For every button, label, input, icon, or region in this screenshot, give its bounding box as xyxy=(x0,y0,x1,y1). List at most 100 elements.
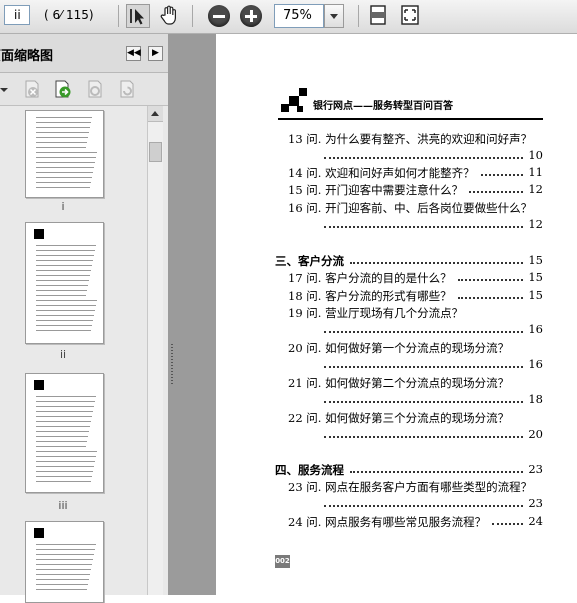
thumbnail-text-line xyxy=(36,177,92,178)
thumbnail-text-line xyxy=(36,549,95,550)
thumbnail-text-line xyxy=(36,584,88,585)
splitter-grip[interactable] xyxy=(171,344,173,384)
toc-page-number: 15 xyxy=(528,288,543,302)
thumbnail-text-line xyxy=(36,162,95,163)
toc-question[interactable]: 16 问. 开门迎客前、中、后各岗位要做些什么？ xyxy=(288,200,532,216)
panel-splitter[interactable] xyxy=(168,34,216,595)
thumbnail-text-line xyxy=(36,559,93,560)
select-tool-button[interactable] xyxy=(126,4,150,28)
toc-question[interactable]: 22 问. 如何做好第三个分流点的现场分流？ xyxy=(288,410,509,426)
toc-page-number: 10 xyxy=(528,148,543,162)
document-page: 银行网点——服务转型百问百答 13 问. 为什么要有整齐、洪亮的欢迎和问好声？ 1… xyxy=(216,34,577,595)
toc-page-number: 16 xyxy=(528,322,543,336)
insert-page-button[interactable] xyxy=(53,79,73,99)
zoom-level-field[interactable]: 75% xyxy=(274,4,324,28)
thumbnail-text-line xyxy=(36,476,92,477)
thumbnail-text-line xyxy=(36,411,93,412)
toc-question[interactable]: 13 问. 为什么要有整齐、洪亮的欢迎和问好声？ xyxy=(288,131,532,147)
fit-width-button[interactable] xyxy=(367,4,391,28)
page-thumbnail[interactable] xyxy=(25,222,104,344)
thumbnail-text-line xyxy=(36,315,94,316)
toc-question[interactable]: 19 问. 营业厅现场有几个分流点？ xyxy=(288,305,463,321)
toc-page-number: 12 xyxy=(528,182,543,196)
page-thumbnail[interactable] xyxy=(25,521,104,603)
scroll-up-button[interactable] xyxy=(148,106,163,122)
thumbnail-text-line xyxy=(36,182,91,183)
cursor-icon xyxy=(130,9,144,25)
scroll-thumb[interactable] xyxy=(149,142,162,162)
panel-header: 页面缩略图 ◀◀ ▶ xyxy=(0,34,168,73)
toc-page-number: 20 xyxy=(528,427,543,441)
thumbnail-text-line xyxy=(36,280,89,281)
toc-leader-dots xyxy=(492,523,523,525)
thumbnail-text-line xyxy=(36,401,95,402)
toc-question[interactable]: 17 问. 客户分流的目的是什么？ xyxy=(288,270,452,286)
running-header: 银行网点——服务转型百问百答 xyxy=(313,101,453,112)
toc-question[interactable]: 20 问. 如何做好第一个分流点的现场分流？ xyxy=(288,340,509,356)
toc-question[interactable]: 24 问. 网点服务有哪些常见服务流程？ xyxy=(288,514,486,530)
thumbnail-text-line xyxy=(36,117,92,118)
thumbnail-text-line xyxy=(36,245,96,246)
toc-question[interactable]: 18 问. 客户分流的形式有哪些？ xyxy=(288,288,452,304)
toc-leader-dots xyxy=(324,331,523,333)
collapse-panel-button[interactable]: ◀◀ xyxy=(126,46,141,61)
delete-page-button[interactable] xyxy=(22,79,42,99)
rotate-page-button[interactable] xyxy=(117,79,137,99)
thumbnail-scrollbar[interactable] xyxy=(147,106,163,595)
thumbnail-text-line xyxy=(36,255,94,256)
thumbnails-panel: 页面缩略图 ◀◀ ▶ i ii xyxy=(0,34,168,603)
thumbnail-text-line xyxy=(36,127,90,128)
thumbnail-text-line xyxy=(36,426,90,427)
toc-leader-dots xyxy=(324,157,523,159)
thumbnail-text-line xyxy=(36,461,95,462)
thumbnail-logo xyxy=(34,380,44,390)
toc-question[interactable]: 23 问. 网点在服务客户方面有哪些类型的流程？ xyxy=(288,479,532,495)
zoom-dropdown-button[interactable] xyxy=(324,4,344,28)
zoom-in-button[interactable] xyxy=(240,5,262,27)
toc-question[interactable]: 14 问. 欢迎和问好声如何才能整齐？ xyxy=(288,165,475,181)
page-number-input[interactable]: ii xyxy=(4,5,30,25)
toc-leader-dots xyxy=(469,191,523,193)
thumbnail-text-line xyxy=(36,157,96,158)
thumbnail-text-line xyxy=(36,260,93,261)
thumbnail-text-line xyxy=(36,589,87,590)
page-thumbnail[interactable] xyxy=(25,110,104,198)
toc-section-title[interactable]: 四、服务流程 xyxy=(275,462,344,478)
thumbnail-text-line xyxy=(36,300,97,301)
thumbnail-text-line xyxy=(36,172,93,173)
footer-page-number: 002 xyxy=(275,555,290,568)
thumbnail-text-line xyxy=(36,330,91,331)
options-dropdown[interactable] xyxy=(0,79,14,99)
zoom-out-button[interactable] xyxy=(208,5,230,27)
toc-question[interactable]: 21 问. 如何做好第二个分流点的现场分流？ xyxy=(288,375,509,391)
thumbnail-label: ii xyxy=(59,348,67,361)
page-count: ( 6⁄ 115) xyxy=(44,8,94,22)
toc-page-number: 24 xyxy=(528,514,543,528)
thumbnail-text-line xyxy=(36,481,91,482)
thumbnail-text-line xyxy=(36,406,94,407)
thumbnail-text-line xyxy=(36,564,92,565)
thumbnail-text-line xyxy=(36,436,88,437)
thumbnail-logo xyxy=(34,528,44,538)
toc-section-title[interactable]: 三、客户分流 xyxy=(275,253,344,269)
thumbnail-text-line xyxy=(36,569,91,570)
hand-tool-button[interactable] xyxy=(158,4,182,28)
thumbnail-text-line xyxy=(36,554,94,555)
toolbar-separator xyxy=(358,5,359,27)
expand-panel-button[interactable]: ▶ xyxy=(148,46,163,61)
fit-page-button[interactable] xyxy=(399,4,423,28)
toc-question[interactable]: 15 问. 开门迎客中需要注意什么？ xyxy=(288,182,463,198)
toc-leader-dots xyxy=(324,505,523,507)
thumbnail-text-line xyxy=(36,137,88,138)
page-thumbnail[interactable] xyxy=(25,373,104,493)
toc-leader-dots xyxy=(324,436,523,438)
fit-page-icon xyxy=(401,5,419,25)
thumbnail-label: iii xyxy=(58,499,68,512)
toc-leader-dots xyxy=(350,262,523,264)
print-page-button[interactable] xyxy=(85,79,105,99)
thumbnail-text-line xyxy=(36,250,95,251)
toolbar-separator xyxy=(192,5,193,27)
thumbnail-text-line xyxy=(36,122,91,123)
thumbnail-text-line xyxy=(36,270,91,271)
toc-page-number: 15 xyxy=(528,270,543,284)
